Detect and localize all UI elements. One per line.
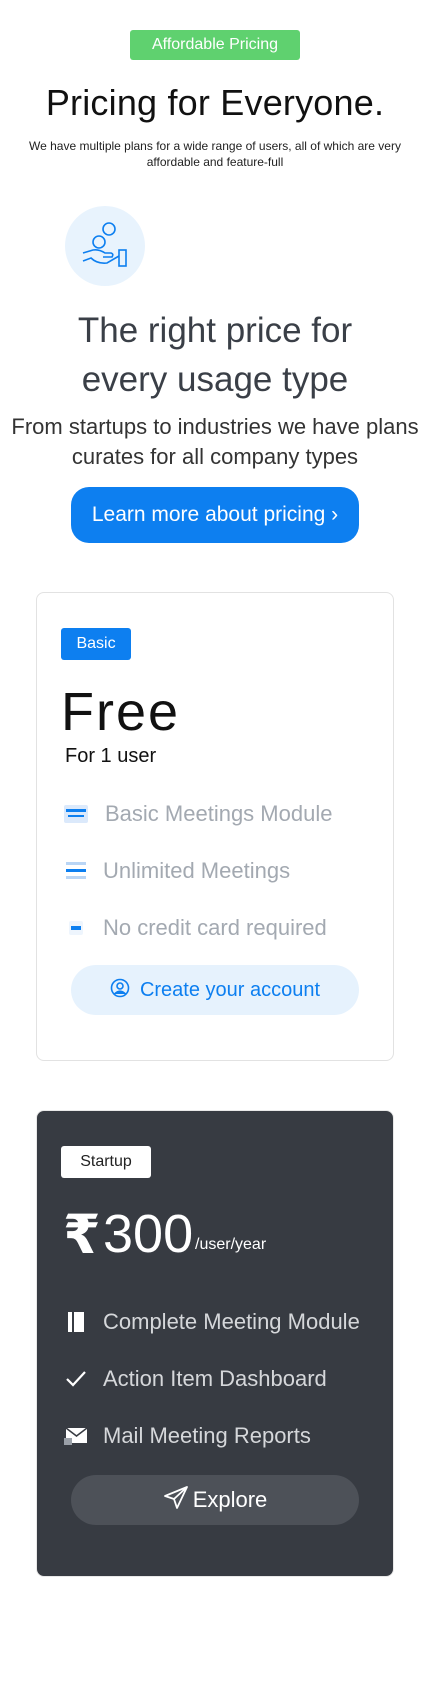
feature-label: Basic Meetings Module — [105, 801, 333, 826]
feature-label: Action Item Dashboard — [103, 1366, 327, 1391]
feature-item: No credit card required — [63, 914, 327, 942]
card-icon — [63, 802, 89, 826]
hand-coins-icon — [65, 206, 145, 286]
feature-item: Mail Meeting Reports — [63, 1422, 311, 1450]
plan-price-note: For 1 user — [65, 745, 157, 767]
feature-label: No credit card required — [103, 915, 327, 940]
feature-item: Complete Meeting Module — [63, 1308, 360, 1336]
dash-icon — [63, 916, 89, 940]
list-icon — [63, 859, 89, 883]
plan-price-unit: /user/year — [195, 1236, 267, 1253]
create-account-button[interactable]: Create your account — [71, 965, 359, 1015]
plan-price: 300 — [103, 1204, 194, 1264]
user-circle-icon — [110, 978, 130, 1003]
explore-button[interactable]: Explore — [71, 1475, 359, 1525]
page-title: Pricing for Everyone. — [45, 82, 385, 123]
usage-title: The right price for every usage type — [0, 306, 430, 404]
page-subtitle: We have multiple plans for a wide range … — [29, 139, 401, 169]
usage-title-line1: The right price for — [77, 311, 353, 350]
feature-label: Complete Meeting Module — [103, 1309, 360, 1334]
document-icon — [63, 1310, 89, 1334]
plan-card-startup: Startup ₹ 300 /user/year Complete Meetin… — [36, 1110, 394, 1577]
tier-badge: Startup — [61, 1146, 151, 1178]
create-account-label: Create your account — [139, 978, 321, 1001]
usage-description: From startups to industries we have plan… — [11, 414, 419, 469]
feature-label: Unlimited Meetings — [103, 858, 291, 883]
feature-label: Mail Meeting Reports — [103, 1423, 311, 1448]
feature-item: Basic Meetings Module — [63, 800, 332, 828]
mail-icon — [63, 1424, 89, 1448]
usage-title-line2: every usage type — [81, 360, 349, 399]
paper-plane-icon — [163, 1485, 189, 1516]
feature-item: Action Item Dashboard — [63, 1365, 327, 1393]
affordable-pricing-badge: Affordable Pricing — [130, 30, 300, 60]
tier-badge: Basic — [61, 628, 131, 660]
feature-item: Unlimited Meetings — [63, 857, 290, 885]
plan-price: Free — [61, 682, 181, 742]
learn-more-pricing-button[interactable]: Learn more about pricing › — [71, 487, 359, 543]
check-icon — [63, 1367, 89, 1391]
explore-label: Explore — [192, 1487, 268, 1512]
currency-symbol: ₹ — [63, 1205, 101, 1265]
plan-card-basic: Basic Free For 1 user Basic Meetings Mod… — [36, 592, 394, 1061]
